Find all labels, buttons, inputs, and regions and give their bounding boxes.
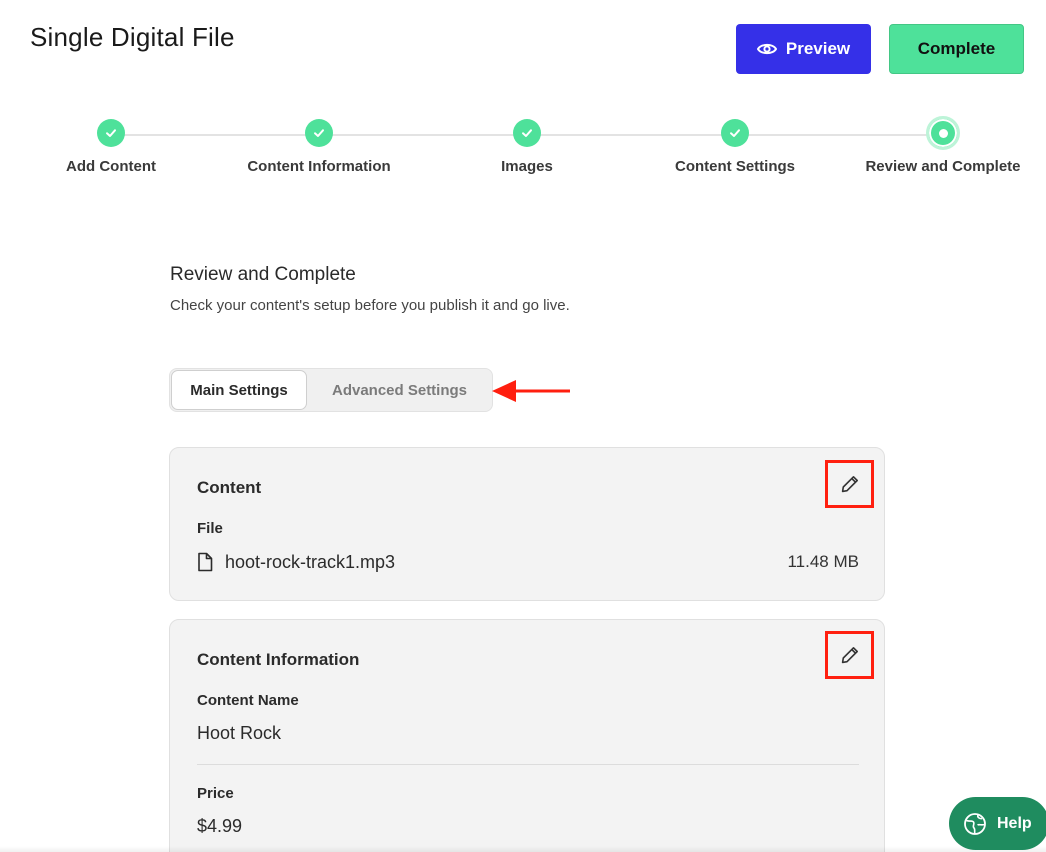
step-label: Add Content <box>66 158 156 175</box>
check-icon <box>513 119 541 147</box>
content-information-card: Content Information Content Name Hoot Ro… <box>169 619 885 852</box>
card-title: Content Information <box>197 650 360 669</box>
divider <box>197 764 859 765</box>
tab-main-settings[interactable]: Main Settings <box>171 370 307 410</box>
bottom-shadow <box>0 846 1046 852</box>
file-size: 11.48 MB <box>787 552 859 571</box>
preview-button-label: Preview <box>785 39 851 58</box>
eye-icon <box>756 43 777 55</box>
step-label: Content Information <box>247 158 391 175</box>
file-label: File <box>197 520 223 537</box>
tab-advanced-settings[interactable]: Advanced Settings <box>307 370 492 410</box>
price-value: $4.99 <box>197 816 243 836</box>
annotation-arrow-icon <box>492 380 570 402</box>
progress-stepper: Add Content Content Information Images C… <box>0 116 1046 186</box>
preview-button[interactable]: Preview <box>736 24 871 74</box>
edit-content-information-button[interactable] <box>825 631 874 679</box>
globe-icon <box>964 812 986 835</box>
file-icon <box>198 552 213 572</box>
check-icon <box>721 119 749 147</box>
step-label: Review and Complete <box>865 158 1021 175</box>
file-name: hoot-rock-track1.mp3 <box>225 551 396 572</box>
content-card: Content File hoot-rock-track1.mp3 11.48 … <box>169 447 885 601</box>
step-review-and-complete[interactable]: Review and Complete <box>843 116 1043 175</box>
edit-content-button[interactable] <box>825 460 874 508</box>
step-images[interactable]: Images <box>427 116 627 175</box>
step-content-settings[interactable]: Content Settings <box>635 116 835 175</box>
page-title: Single Digital File <box>30 22 235 52</box>
complete-button-label: Complete <box>917 39 996 58</box>
check-icon <box>97 119 125 147</box>
price-label: Price <box>197 785 234 802</box>
file-row: hoot-rock-track1.mp3 11.48 MB <box>197 550 859 574</box>
check-icon <box>305 119 333 147</box>
pencil-icon <box>841 476 858 493</box>
step-content-information[interactable]: Content Information <box>219 116 419 175</box>
step-add-content[interactable]: Add Content <box>11 116 211 175</box>
card-title: Content <box>197 478 262 497</box>
content-name-label: Content Name <box>197 692 299 709</box>
step-label: Content Settings <box>675 158 795 175</box>
content-name-value: Hoot Rock <box>197 723 282 743</box>
settings-tabs: Main Settings Advanced Settings <box>169 368 493 412</box>
pencil-icon <box>841 647 858 664</box>
section-subtitle: Check your content's setup before you pu… <box>170 297 570 314</box>
current-step-icon <box>926 116 960 150</box>
section-title: Review and Complete <box>170 264 356 285</box>
complete-button[interactable]: Complete <box>889 24 1024 74</box>
step-label: Images <box>501 158 553 175</box>
help-label: Help <box>997 814 1032 832</box>
help-button[interactable]: Help <box>949 797 1046 850</box>
